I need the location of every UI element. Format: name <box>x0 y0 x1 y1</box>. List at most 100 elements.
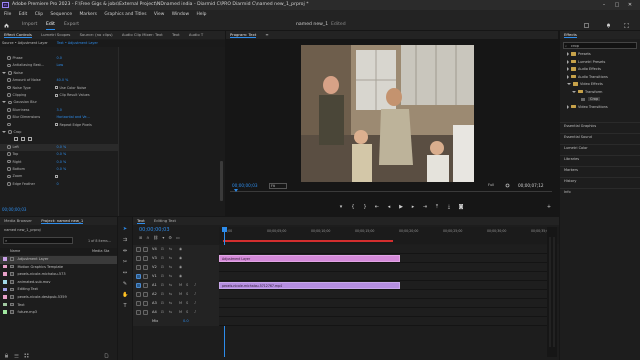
solo-icon[interactable]: S <box>186 281 188 290</box>
checkbox[interactable] <box>54 86 58 90</box>
stopwatch-icon[interactable] <box>7 122 11 127</box>
project-search-input[interactable]: ⌕ <box>3 237 73 244</box>
track-row[interactable]: V2 ⊡ ⇆ ◉ <box>133 263 547 272</box>
panel-section-0[interactable]: Essential Graphics <box>560 122 640 130</box>
sync-lock-icon[interactable]: ⇆ <box>169 272 172 281</box>
effect-param-row[interactable]: Left 0.0 % <box>0 143 118 151</box>
track-row[interactable]: A3 ⊡ ⇆ M S ♪ <box>133 299 547 308</box>
mute-icon[interactable]: M <box>179 299 182 308</box>
notifications-icon[interactable] <box>606 22 611 28</box>
expand-icon[interactable] <box>567 83 571 85</box>
tab-audio-track[interactable]: Audio T <box>189 32 203 37</box>
param-value[interactable]: Horizontal and Ve... <box>57 115 90 119</box>
tab-project[interactable]: Project: named new_1 <box>41 218 84 224</box>
effect-param-row[interactable]: Crop <box>0 129 118 136</box>
video-clip[interactable]: pexels-nicole-michalou-5712767.mp4 <box>219 282 400 289</box>
source-selector[interactable]: Source • Adjustment Layer Text • Adjustm… <box>0 40 225 47</box>
play-icon[interactable]: ▶ <box>398 204 404 210</box>
effect-param-row[interactable]: Phase 0.0 <box>0 55 118 62</box>
tab-media-browser[interactable]: Media Browser <box>4 218 32 223</box>
stopwatch-icon[interactable] <box>7 159 11 164</box>
checkbox[interactable] <box>54 93 58 97</box>
column-media-status[interactable]: Media Sta <box>92 248 109 255</box>
menu-window[interactable]: Window <box>172 12 189 17</box>
effect-param-row[interactable]: Top 0.0 % <box>0 151 118 158</box>
ripple-edit-tool-icon[interactable]: ⇹ <box>122 248 128 254</box>
label-color-swatch[interactable] <box>3 310 7 314</box>
mute-icon[interactable]: M <box>179 308 182 317</box>
video-frame[interactable] <box>301 45 474 182</box>
column-name[interactable]: Name <box>10 248 20 255</box>
expand-icon[interactable] <box>567 74 569 79</box>
program-menu-icon[interactable]: ≡ <box>265 32 268 37</box>
menu-edit[interactable]: Edit <box>19 12 28 17</box>
add-button-icon[interactable]: + <box>546 204 552 210</box>
mute-icon[interactable]: M <box>179 290 182 299</box>
panel-section-3[interactable]: Libraries <box>560 155 640 163</box>
program-timecode[interactable]: 00;00;00;03 <box>232 183 258 188</box>
lock-track-icon[interactable]: ⊡ <box>161 308 164 317</box>
toggle-output-icon[interactable]: ◉ <box>179 245 182 254</box>
menu-clip[interactable]: Clip <box>35 12 43 17</box>
selection-tool-icon[interactable]: ➤ <box>122 226 128 232</box>
tab-text[interactable]: Text <box>172 32 180 37</box>
tab-export[interactable]: Export <box>64 19 79 30</box>
param-value[interactable]: Low <box>57 63 64 67</box>
effects-folder[interactable]: Transform <box>560 89 602 97</box>
extract-icon[interactable]: ⤓ <box>446 204 452 210</box>
source-patch[interactable] <box>136 300 141 306</box>
solo-icon[interactable]: S <box>186 290 188 299</box>
stopwatch-icon[interactable] <box>7 63 11 68</box>
expand-icon[interactable] <box>567 52 569 56</box>
mic-icon[interactable]: ♪ <box>194 308 196 317</box>
panel-section-1[interactable]: Essential Sound <box>560 133 640 141</box>
source-patch[interactable] <box>136 255 141 261</box>
project-item[interactable]: pexels-nicole-michalou-573 <box>0 271 117 279</box>
go-to-in-icon[interactable]: ⇤ <box>374 204 380 210</box>
sync-lock-icon[interactable]: ⇆ <box>169 245 172 254</box>
export-frame-icon[interactable]: ◙ <box>458 204 464 210</box>
label-color-swatch[interactable] <box>3 264 7 269</box>
expand-icon[interactable] <box>567 104 569 109</box>
track-row[interactable]: A4 ⊡ ⇆ M S ♪ <box>133 308 547 317</box>
target-toggle[interactable] <box>143 273 148 279</box>
close-button[interactable]: ✕ <box>624 0 636 10</box>
go-to-out-icon[interactable]: ⇥ <box>422 204 428 210</box>
linked-selection-icon[interactable]: ⛓ <box>153 235 162 240</box>
mix-value[interactable]: 0.0 <box>183 317 189 326</box>
effects-folder[interactable]: Video Effects <box>560 81 603 89</box>
stopwatch-icon[interactable] <box>7 182 11 186</box>
sync-lock-icon[interactable]: ⇆ <box>169 263 172 272</box>
toggle-output-icon[interactable]: ◉ <box>179 263 182 272</box>
source-patch[interactable] <box>136 246 141 252</box>
type-tool-icon[interactable]: T <box>122 303 128 309</box>
project-item[interactable]: Text <box>0 302 117 310</box>
tab-import[interactable]: Import <box>22 19 37 30</box>
target-toggle[interactable] <box>143 264 148 270</box>
lock-track-icon[interactable]: ⊡ <box>161 281 164 290</box>
minimize-button[interactable]: – <box>598 0 610 10</box>
expand-icon[interactable] <box>567 59 569 64</box>
effects-search-input[interactable]: ⌕ crop <box>563 42 637 49</box>
tab-sequence-text[interactable]: Text <box>137 218 145 224</box>
slip-tool-icon[interactable]: ↔ <box>122 270 128 276</box>
step-forward-icon[interactable]: ▸ <box>410 204 416 210</box>
expand-icon[interactable] <box>2 71 6 74</box>
project-item[interactable]: animated-sub.mov <box>0 279 117 287</box>
stopwatch-icon[interactable] <box>7 85 11 90</box>
effects-folder[interactable]: Video Transitions <box>560 104 608 112</box>
tab-source[interactable]: Source: (no clips) <box>80 32 113 37</box>
panel-section-2[interactable]: Lumetri Color <box>560 144 640 152</box>
param-value[interactable]: 3.0 <box>57 108 62 112</box>
effect-param-row[interactable]: Edge Feather 0 <box>0 181 118 188</box>
param-value[interactable]: 0.0 % <box>57 152 67 156</box>
param-value[interactable]: 0 <box>57 182 59 186</box>
effects-tab[interactable]: Effects <box>564 32 577 38</box>
stopwatch-icon[interactable] <box>7 93 11 97</box>
time-ruler[interactable]: 00;00 00;00;05;00 00;00;10;00 00;00;15;00 00… <box>219 227 559 244</box>
effect-param-row[interactable]: Bottom 0.0 % <box>0 166 118 173</box>
param-value[interactable]: 0.0 % <box>57 145 67 149</box>
expand-icon[interactable] <box>2 101 6 104</box>
solo-icon[interactable]: S <box>186 299 188 308</box>
lock-track-icon[interactable]: ⊡ <box>161 290 164 299</box>
